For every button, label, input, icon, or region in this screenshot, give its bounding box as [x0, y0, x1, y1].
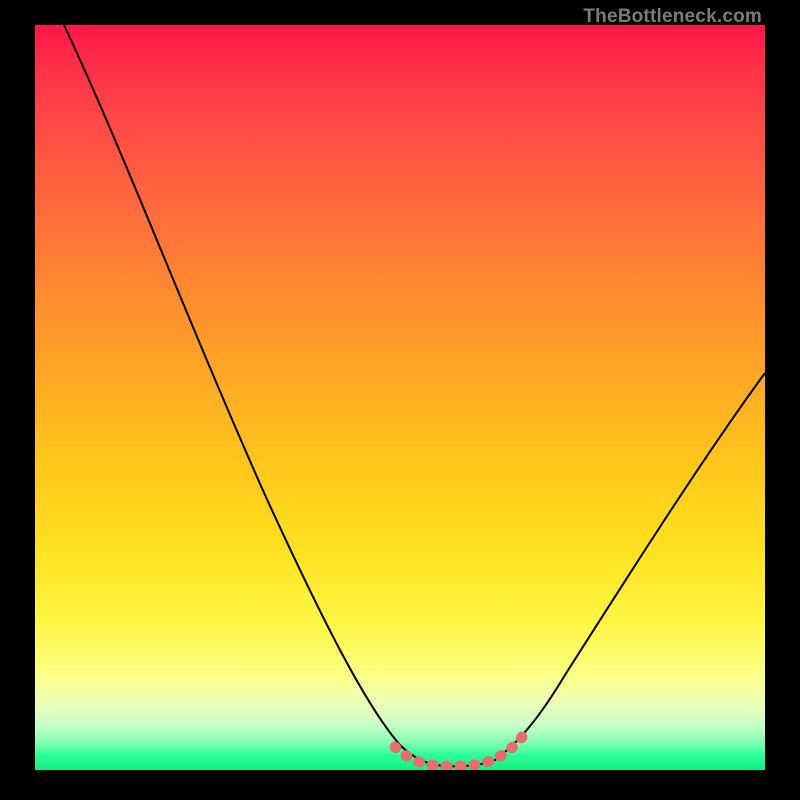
highlight-segment-path: [395, 737, 522, 766]
curve-svg: [35, 25, 765, 770]
bottleneck-curve-path: [64, 25, 765, 766]
plot-area: [35, 25, 765, 770]
watermark-text: TheBottleneck.com: [583, 6, 762, 28]
bottleneck-chart: TheBottleneck.com: [0, 0, 800, 800]
